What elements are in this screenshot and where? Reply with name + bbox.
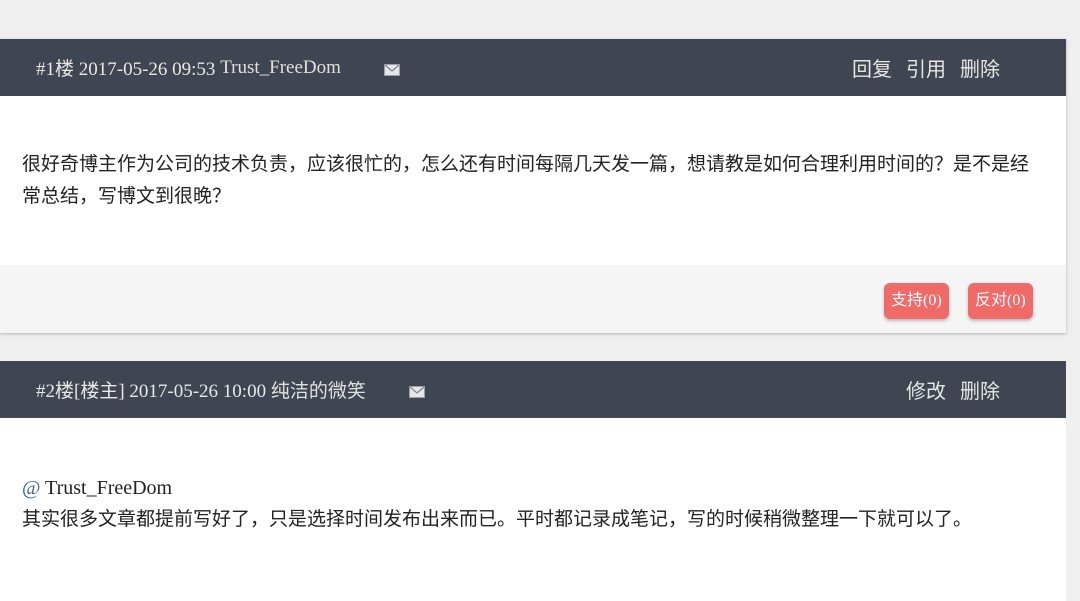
mention-at-link[interactable]: @ (22, 477, 40, 499)
comment-2-author-link[interactable]: 纯洁的微笑 (271, 376, 366, 403)
oppose-button[interactable]: 反对(0) (968, 283, 1033, 319)
comment-1-floor-date: #1楼 2017-05-26 09:53 (36, 59, 221, 80)
comment-2-body: @ Trust_FreeDom 其实很多文章都提前写好了，只是选择时间发布出来而… (0, 418, 1066, 535)
mention: @ Trust_FreeDom (22, 473, 1044, 503)
support-button[interactable]: 支持(0) (884, 283, 949, 319)
mention-name: Trust_FreeDom (40, 477, 173, 499)
comment-2-floor-date: #2楼[楼主] 2017-05-26 10:00 (36, 381, 271, 402)
delete-link[interactable]: 删除 (960, 53, 1000, 82)
comment-1-author-link[interactable]: Trust_FreeDom (220, 57, 341, 79)
comment-1-header: #1楼 2017-05-26 09:53 Trust_FreeDom 回复 引用… (0, 39, 1066, 96)
comment-1-body: 很好奇博主作为公司的技术负责，应该很忙的，怎么还有时间每隔几天发一篇，想请教是如… (22, 153, 1030, 207)
comment-2: #2楼[楼主] 2017-05-26 10:00 纯洁的微笑 修改 删除 @ T… (0, 361, 1066, 601)
reply-link[interactable]: 回复 (852, 53, 892, 82)
comment-2-meta: #2楼[楼主] 2017-05-26 10:00 纯洁的微笑 (36, 354, 425, 426)
comment-1-footer: 支持(0) 反对(0) (0, 265, 1066, 333)
delete-link[interactable]: 删除 (960, 375, 1000, 404)
quote-link[interactable]: 引用 (906, 53, 946, 82)
comment-2-header: #2楼[楼主] 2017-05-26 10:00 纯洁的微笑 修改 删除 (0, 361, 1066, 418)
comment-1-meta: #1楼 2017-05-26 09:53 Trust_FreeDom (36, 32, 400, 104)
mail-icon[interactable] (371, 360, 425, 426)
mail-icon[interactable] (346, 38, 400, 104)
comment-2-actions: 修改 删除 (906, 375, 1000, 404)
edit-link[interactable]: 修改 (906, 375, 946, 404)
comment-2-text: 其实很多文章都提前写好了，只是选择时间发布出来而已。平时都记录成笔记，写的时候稍… (22, 508, 973, 530)
comment-1: #1楼 2017-05-26 09:53 Trust_FreeDom 回复 引用… (0, 39, 1066, 333)
comment-1-actions: 回复 引用 删除 (852, 53, 1000, 82)
